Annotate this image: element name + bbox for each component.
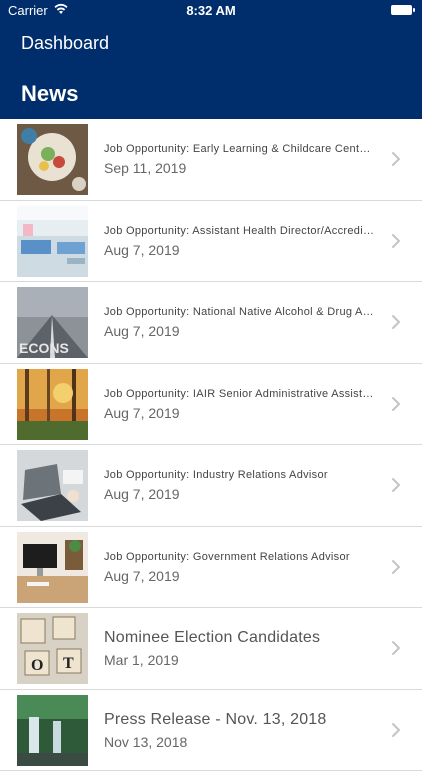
food-photo bbox=[17, 124, 88, 195]
news-thumbnail: ECONS bbox=[17, 287, 88, 358]
news-item[interactable]: Job Opportunity: Early Learning & Childc… bbox=[0, 119, 422, 201]
news-title: Job Opportunity: National Native Alcohol… bbox=[104, 306, 374, 318]
news-thumbnail bbox=[17, 532, 88, 603]
news-date: Sep 11, 2019 bbox=[104, 160, 374, 176]
news-date: Aug 7, 2019 bbox=[104, 323, 374, 339]
news-title: Job Opportunity: Government Relations Ad… bbox=[104, 551, 374, 563]
news-text: Job Opportunity: Assistant Health Direct… bbox=[104, 201, 374, 282]
news-title: Job Opportunity: Early Learning & Childc… bbox=[104, 143, 374, 155]
news-thumbnail bbox=[17, 695, 88, 766]
chevron-right-icon bbox=[391, 396, 401, 412]
news-text: Job Opportunity: Government Relations Ad… bbox=[104, 527, 374, 608]
news-item[interactable]: ECONS Job Opportunity: National Native Al… bbox=[0, 282, 422, 364]
news-title: Job Opportunity: Industry Relations Advi… bbox=[104, 469, 374, 481]
status-time: 8:32 AM bbox=[0, 3, 422, 18]
news-text: Job Opportunity: Early Learning & Childc… bbox=[104, 119, 374, 200]
news-text: Job Opportunity: Industry Relations Advi… bbox=[104, 445, 374, 526]
navigation-header: Carrier 8:32 AM Dashboard News bbox=[0, 0, 422, 119]
news-title: Press Release - Nov. 13, 2018 bbox=[104, 711, 374, 729]
svg-text:ECONS: ECONS bbox=[19, 340, 69, 356]
autumn-forest-photo bbox=[17, 369, 88, 440]
news-item[interactable]: Job Opportunity: IAIR Senior Administrat… bbox=[0, 364, 422, 446]
news-date: Aug 7, 2019 bbox=[104, 568, 374, 584]
back-button[interactable]: Dashboard bbox=[21, 33, 109, 54]
news-item[interactable]: Job Opportunity: Assistant Health Direct… bbox=[0, 201, 422, 283]
chevron-right-icon bbox=[391, 314, 401, 330]
chevron-right-icon bbox=[391, 640, 401, 656]
news-thumbnail bbox=[17, 450, 88, 521]
waterfall-photo bbox=[17, 695, 88, 766]
news-thumbnail bbox=[17, 124, 88, 195]
news-item[interactable]: Job Opportunity: Industry Relations Advi… bbox=[0, 445, 422, 527]
news-item[interactable]: Job Opportunity: Government Relations Ad… bbox=[0, 527, 422, 609]
chevron-right-icon bbox=[391, 151, 401, 167]
status-bar: Carrier 8:32 AM bbox=[0, 0, 422, 20]
news-thumbnail bbox=[17, 369, 88, 440]
letter-tiles-photo: OT bbox=[17, 613, 88, 684]
news-text: Press Release - Nov. 13, 2018 Nov 13, 201… bbox=[104, 690, 374, 771]
news-thumbnail bbox=[17, 206, 88, 277]
chevron-right-icon bbox=[391, 722, 401, 738]
news-text: Job Opportunity: National Native Alcohol… bbox=[104, 282, 374, 363]
page-title: News bbox=[21, 81, 78, 107]
news-item[interactable]: OTNominee Election CandidatesMar 1, 2019 bbox=[0, 608, 422, 690]
svg-text:T: T bbox=[63, 655, 74, 672]
news-date: Mar 1, 2019 bbox=[104, 652, 374, 668]
road-photo: ECONS bbox=[17, 287, 88, 358]
chevron-right-icon bbox=[391, 559, 401, 575]
news-date: Aug 7, 2019 bbox=[104, 242, 374, 258]
news-date: Aug 7, 2019 bbox=[104, 405, 374, 421]
news-text: Nominee Election Candidates Mar 1, 2019 bbox=[104, 608, 374, 689]
svg-text:O: O bbox=[31, 657, 43, 674]
news-item[interactable]: Press Release - Nov. 13, 2018 Nov 13, 201… bbox=[0, 690, 422, 771]
news-list: Job Opportunity: Early Learning & Childc… bbox=[0, 119, 422, 771]
news-text: Job Opportunity: IAIR Senior Administrat… bbox=[104, 364, 374, 445]
news-date: Aug 7, 2019 bbox=[104, 486, 374, 502]
chevron-right-icon bbox=[391, 233, 401, 249]
news-date: Nov 13, 2018 bbox=[104, 734, 374, 750]
hospital-room-photo bbox=[17, 206, 88, 277]
office-desk-photo bbox=[17, 532, 88, 603]
news-title: Nominee Election Candidates bbox=[104, 629, 374, 647]
news-title: Job Opportunity: IAIR Senior Administrat… bbox=[104, 388, 374, 400]
battery-icon bbox=[391, 5, 412, 15]
news-title: Job Opportunity: Assistant Health Direct… bbox=[104, 225, 374, 237]
laptop-desk-photo bbox=[17, 450, 88, 521]
news-thumbnail: OT bbox=[17, 613, 88, 684]
chevron-right-icon bbox=[391, 477, 401, 493]
